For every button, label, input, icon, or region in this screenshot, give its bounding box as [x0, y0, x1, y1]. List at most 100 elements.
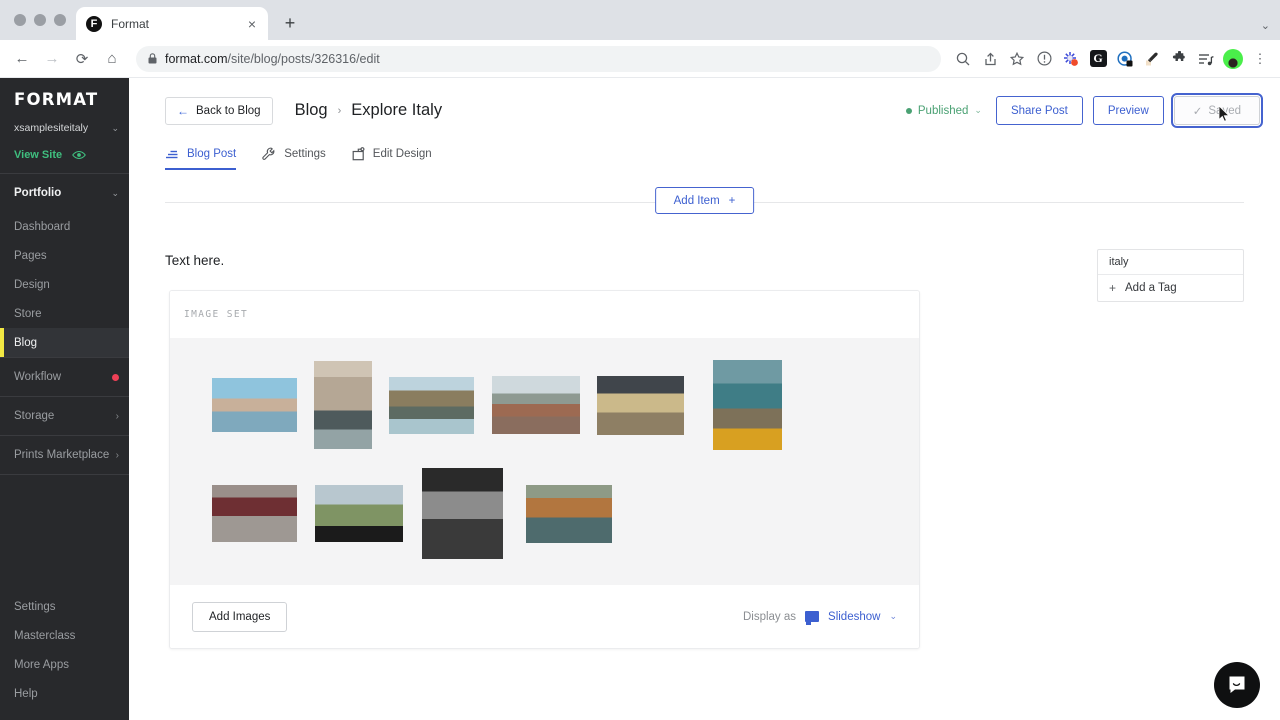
thumbnail-row — [190, 468, 899, 559]
sidebar-item-masterclass[interactable]: Masterclass — [0, 621, 129, 650]
breadcrumb: Blog › Explore Italy — [295, 101, 443, 120]
sidebar-footer: Settings Masterclass More Apps Help — [0, 592, 129, 720]
sidebar-item-settings[interactable]: Settings — [0, 592, 129, 621]
thumbnail-venice-grand-canal[interactable] — [212, 378, 297, 432]
privacy-badger-icon[interactable] — [1113, 47, 1137, 71]
address-bar[interactable]: format.com/site/blog/posts/326316/edit — [136, 45, 941, 72]
grammarly-letter: G — [1089, 50, 1107, 67]
thumbnail-venice-narrow-canal[interactable] — [314, 361, 372, 449]
notification-dot-icon — [112, 373, 119, 381]
minimize-window-dot[interactable] — [34, 14, 46, 26]
preview-button[interactable]: Preview — [1092, 96, 1164, 125]
sidebar-divider — [0, 474, 129, 475]
chevron-down-icon: ⌄ — [889, 611, 897, 621]
forward-icon[interactable]: → — [38, 45, 66, 73]
chevron-down-icon: ⌄ — [974, 105, 982, 115]
publish-status-dropdown[interactable]: Published ⌄ — [905, 105, 986, 117]
sidebar-item-store[interactable]: Store — [0, 299, 129, 328]
sidebar-item-label: Workflow — [14, 371, 62, 383]
intercom-chat-button[interactable] — [1214, 662, 1260, 708]
wrench-icon — [262, 147, 275, 160]
sidebar-item-label: Dashboard — [14, 220, 71, 233]
thumbnail-florence-duomo[interactable] — [492, 376, 580, 434]
mouse-cursor — [1218, 106, 1230, 122]
sidebar-item-label: Design — [14, 278, 50, 291]
tab-settings[interactable]: Settings — [262, 147, 326, 170]
chevron-right-icon: › — [115, 449, 119, 461]
window-traffic-lights — [8, 0, 76, 40]
blog-post-icon — [166, 150, 178, 159]
browser-tab-title: Format — [111, 16, 150, 31]
breadcrumb-root[interactable]: Blog — [295, 101, 328, 120]
slideshow-icon — [805, 611, 820, 625]
sidebar-item-pages[interactable]: Pages — [0, 241, 129, 270]
maximize-window-dot[interactable] — [54, 14, 66, 26]
sidebar-item-storage[interactable]: Storage › — [0, 397, 129, 435]
puzzle-extensions-icon[interactable] — [1167, 47, 1191, 71]
thumbnail-vernazza-coast[interactable] — [713, 360, 782, 450]
sidebar-item-workflow[interactable]: Workflow — [0, 358, 129, 396]
chevron-down-icon: ⌄ — [111, 122, 119, 133]
new-tab-button[interactable]: + — [276, 9, 304, 37]
sidebar-item-dashboard[interactable]: Dashboard — [0, 212, 129, 241]
thumbnail-photographer-bw[interactable] — [422, 468, 503, 559]
sidebar-item-prints-marketplace[interactable]: Prints Marketplace › — [0, 436, 129, 474]
thumbnail-pasta-making[interactable] — [597, 375, 684, 435]
back-icon[interactable]: ← — [8, 45, 36, 73]
share-icon[interactable] — [978, 47, 1002, 71]
reading-list-icon[interactable] — [1194, 47, 1218, 71]
status-dot-icon — [905, 107, 912, 114]
add-tag-button[interactable]: + Add a Tag — [1098, 275, 1243, 301]
thumbnail-manarola-cliffs[interactable] — [389, 376, 474, 434]
sidebar-item-blog[interactable]: Blog — [0, 328, 129, 357]
display-mode-value[interactable]: Slideshow — [828, 611, 880, 623]
info-circle-icon[interactable] — [1032, 47, 1056, 71]
close-tab-icon[interactable]: × — [246, 15, 258, 33]
home-icon[interactable]: ⌂ — [98, 45, 126, 73]
sidebar-item-more-apps[interactable]: More Apps — [0, 650, 129, 679]
browser-window: F Format × + ⌄ ← → ⟳ ⌂ format.com/site/b… — [0, 0, 1280, 720]
thumbnail-wine-toast[interactable] — [212, 485, 297, 542]
bookmark-star-icon[interactable] — [1005, 47, 1029, 71]
back-to-blog-button[interactable]: ← Back to Blog — [165, 96, 273, 125]
add-item-button[interactable]: Add Item + — [654, 187, 755, 214]
plus-icon: + — [1109, 281, 1117, 295]
tab-blog-post[interactable]: Blog Post — [165, 147, 237, 170]
grammarly-icon[interactable]: G — [1086, 47, 1110, 71]
url-domain: format.com — [165, 51, 228, 66]
tab-label: Edit Design — [372, 148, 432, 160]
reload-icon[interactable]: ⟳ — [68, 45, 96, 73]
add-images-button[interactable]: Add Images — [192, 601, 288, 632]
breadcrumb-separator-icon: › — [337, 104, 342, 117]
sidebar: FORMAT xsamplesiteitaly ⌄ View Site Port… — [0, 78, 129, 720]
eyedropper-icon[interactable] — [1140, 47, 1164, 71]
image-set-body — [170, 338, 919, 585]
tabstrip-overflow[interactable]: ⌄ — [1261, 19, 1280, 40]
address-bar-url: format.com/site/blog/posts/326316/edit — [165, 52, 380, 66]
sidebar-item-design[interactable]: Design — [0, 270, 129, 299]
check-icon: ✓ — [1192, 105, 1203, 118]
colorburst-extension-icon[interactable] — [1059, 47, 1083, 71]
close-window-dot[interactable] — [14, 14, 26, 26]
sidebar-section-portfolio[interactable]: Portfolio ⌄ — [0, 174, 129, 212]
sidebar-item-label: More Apps — [14, 658, 69, 671]
thumbnail-row — [190, 360, 899, 450]
search-icon[interactable] — [951, 47, 975, 71]
view-site-link[interactable]: View Site — [0, 139, 129, 173]
chrome-menu-icon[interactable]: ⋮ — [1248, 47, 1272, 71]
sidebar-item-help[interactable]: Help — [0, 679, 129, 708]
site-selector[interactable]: xsamplesiteitaly ⌄ — [0, 117, 129, 139]
share-post-button[interactable]: Share Post — [995, 96, 1083, 125]
thumbnail-vineyard-wine-glass[interactable] — [315, 485, 403, 542]
page-header: ← Back to Blog Blog › Explore Italy Publ… — [129, 78, 1280, 128]
thumbnail-riomaggiore-village[interactable] — [526, 484, 612, 543]
sidebar-item-label: Settings — [14, 600, 56, 613]
browser-tab[interactable]: F Format × — [76, 7, 268, 40]
view-site-label: View Site — [14, 149, 63, 161]
format-favicon: F — [86, 15, 102, 32]
saved-button[interactable]: ✓ Saved — [1170, 93, 1264, 128]
profile-avatar[interactable] — [1221, 47, 1245, 71]
tab-edit-design[interactable]: Edit Design — [352, 147, 432, 170]
lock-icon — [148, 53, 157, 64]
tag-item[interactable]: italy — [1098, 250, 1243, 275]
